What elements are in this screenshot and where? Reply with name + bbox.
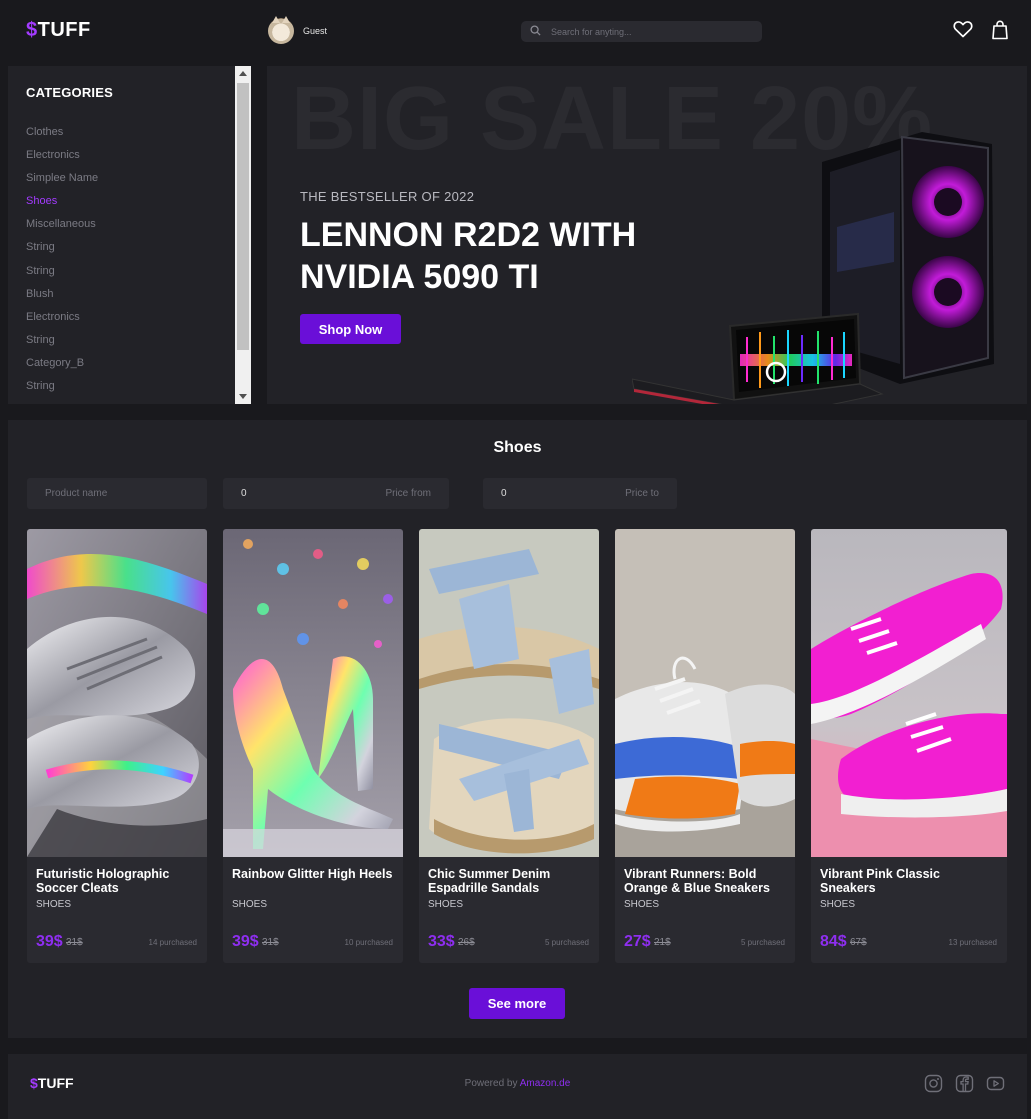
product-old-price: 31$ [66,937,83,948]
instagram-icon[interactable] [924,1074,943,1098]
product-card[interactable]: Chic Summer Denim Espadrille Sandals SHO… [419,529,599,963]
product-card[interactable]: Vibrant Pink Classic Sneakers SHOES 84$ … [811,529,1007,963]
price-from-filter: 0 Price from [223,478,449,509]
product-card[interactable]: Futuristic Holographic Soccer Cleats SHO… [27,529,207,963]
product-old-price: 31$ [262,937,279,948]
product-image [27,529,207,857]
price-to-label: Price to [625,488,659,499]
product-price: 33$ [428,933,455,950]
sidebar-item-string[interactable]: String [26,264,98,287]
product-price: 39$ [36,933,63,950]
product-name-filter [27,478,207,509]
scroll-thumb[interactable] [237,83,249,350]
cart-icon[interactable] [991,20,1009,45]
product-title[interactable]: Rainbow Glitter High Heels [232,867,395,881]
amazon-link[interactable]: Amazon.de [520,1078,571,1089]
user-profile[interactable]: Guest [268,16,328,44]
sidebar-item-miscellaneous[interactable]: Miscellaneous [26,217,98,240]
sidebar-item-electronics[interactable]: Electronics [26,310,98,333]
sidebar-item-category-b[interactable]: Category_B [26,356,98,379]
search-bar [521,21,762,42]
sidebar-item-blush[interactable]: Blush [26,287,98,310]
product-price: 27$ [624,933,651,950]
youtube-icon[interactable] [986,1074,1005,1098]
product-purchased-count: 5 purchased [544,938,589,947]
scroll-down-arrow-icon[interactable] [239,394,247,399]
sidebar-item-shoes[interactable]: Shoes [26,194,98,217]
product-purchased-count: 13 purchased [948,938,997,947]
price-from-input[interactable]: 0 [241,488,301,499]
product-category: SHOES [624,899,660,910]
product-title[interactable]: Vibrant Pink Classic Sneakers [820,867,999,895]
product-purchased-count: 5 purchased [740,938,785,947]
powered-by-text: Powered by Amazon.de [464,1078,571,1089]
price-to-filter: 0 Price to [483,478,677,509]
section-title: Shoes [493,439,542,456]
product-old-price: 67$ [850,937,867,948]
product-name-input[interactable] [45,488,189,499]
price-from-label: Price from [385,488,431,499]
product-image [615,529,795,857]
avatar[interactable] [268,16,294,44]
product-price: 84$ [820,933,847,950]
header: $TUFF Guest [0,0,1031,62]
facebook-icon[interactable] [955,1074,974,1098]
sidebar-scrollbar[interactable] [235,66,251,404]
product-card[interactable]: Rainbow Glitter High Heels SHOES 39$ 31$… [223,529,403,963]
scroll-up-arrow-icon[interactable] [239,71,247,76]
product-card[interactable]: Vibrant Runners: Bold Orange & Blue Snea… [615,529,795,963]
product-category: SHOES [232,899,268,910]
see-more-button[interactable]: See more [469,988,565,1019]
logo[interactable]: $TUFF [26,19,91,42]
product-purchased-count: 14 purchased [148,938,197,947]
banner-subtitle: THE BESTSELLER OF 2022 [300,189,475,204]
shop-now-button[interactable]: Shop Now [300,314,401,344]
banner-product-image [632,132,994,404]
product-image [223,529,403,857]
sidebar-item-string[interactable]: String [26,379,98,402]
price-to-input[interactable]: 0 [501,488,561,499]
search-icon[interactable] [530,23,541,41]
product-title[interactable]: Vibrant Runners: Bold Orange & Blue Snea… [624,867,787,895]
footer: $TUFF Powered by Amazon.de [8,1054,1027,1119]
sidebar-item-string[interactable]: String [26,240,98,263]
product-price: 39$ [232,933,259,950]
product-title[interactable]: Futuristic Holographic Soccer Cleats [36,867,199,895]
user-name: Guest [303,26,328,36]
categories-sidebar: CATEGORIES Clothes Electronics Simplee N… [8,66,251,404]
product-old-price: 26$ [458,937,475,948]
product-category: SHOES [820,899,856,910]
sidebar-item-clothes[interactable]: Clothes [26,125,98,148]
heart-icon[interactable] [953,20,973,45]
social-icons [924,1074,1005,1098]
product-purchased-count: 10 purchased [344,938,393,947]
products-section: Shoes 0 Price from 0 Price to Futuristic… [8,420,1027,1038]
product-title[interactable]: Chic Summer Denim Espadrille Sandals [428,867,591,895]
product-category: SHOES [36,899,72,910]
category-list: Clothes Electronics Simplee Name Shoes M… [26,125,98,402]
sidebar-item-simplee-name[interactable]: Simplee Name [26,171,98,194]
sidebar-title: CATEGORIES [26,85,113,100]
product-image [811,529,1007,857]
sidebar-item-electronics[interactable]: Electronics [26,148,98,171]
product-category: SHOES [428,899,464,910]
product-old-price: 21$ [654,937,671,948]
search-input[interactable] [551,26,741,37]
product-image [419,529,599,857]
promo-banner: BIG SALE 20% THE BESTSELLER OF 2022 LENN… [267,66,1027,404]
header-icons [953,20,1009,45]
sidebar-item-string[interactable]: String [26,333,98,356]
